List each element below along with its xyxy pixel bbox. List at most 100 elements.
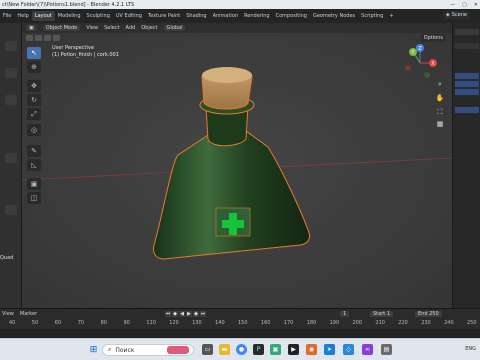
windows-start-icon[interactable]: ⊞ (88, 344, 99, 355)
tab-texture-paint[interactable]: Texture Paint (145, 11, 183, 21)
menu-view[interactable]: View (86, 25, 98, 31)
tab-layout[interactable]: Layout (31, 11, 55, 21)
play-reverse-icon[interactable]: ◀ (179, 311, 185, 317)
panel-button[interactable] (5, 205, 17, 215)
left-side-panel: Quad (0, 23, 22, 308)
blender-icon[interactable]: ◉ (306, 344, 317, 355)
perspective-toggle-icon[interactable]: ▦ (434, 120, 446, 130)
frame-tick-label: 120 (169, 320, 179, 326)
timeline-editor[interactable]: View Marker ⏮ ◆ ◀ ▶ ◆ ⏭ 1 Start 1 End 25… (0, 308, 480, 339)
tab-geometry-nodes[interactable]: Geometry Nodes (310, 11, 358, 21)
end-frame-field[interactable]: End 250 (415, 311, 442, 317)
language-indicator[interactable]: ENG (465, 346, 476, 352)
editor-type-icon[interactable]: ▣ (26, 25, 37, 31)
media-icon[interactable]: ▶ (288, 344, 299, 355)
chrome-icon[interactable]: ● (236, 344, 247, 355)
app-2-icon[interactable]: ▤ (381, 344, 392, 355)
outliner-row-selected[interactable] (455, 89, 479, 95)
menu-help[interactable]: Help (14, 13, 31, 19)
close-icon[interactable]: ✕ (474, 2, 478, 8)
outliner-row-selected[interactable] (455, 73, 479, 79)
select-box-icon[interactable] (26, 35, 33, 41)
measure-tool-icon[interactable]: ◺ (27, 159, 41, 171)
visual-studio-icon[interactable]: ∞ (362, 344, 373, 355)
tab-shading[interactable]: Shading (183, 11, 209, 21)
current-frame-field[interactable]: 1 (340, 311, 350, 317)
panel-button[interactable] (5, 153, 17, 163)
cursor-tool-icon[interactable]: ⊕ (27, 61, 41, 73)
frame-tick-label: 150 (238, 320, 248, 326)
add-object-tool-icon[interactable]: ◫ (27, 192, 41, 204)
select-tool-icon[interactable]: ↖ (27, 47, 41, 59)
vscode-icon[interactable]: ◇ (343, 344, 354, 355)
frame-tick-label: 180 (306, 320, 317, 326)
telegram-icon[interactable]: ➤ (324, 344, 335, 355)
tab-modeling[interactable]: Modeling (55, 11, 84, 21)
outliner-row-selected[interactable] (455, 81, 479, 87)
start-frame-field[interactable]: Start 1 (370, 311, 393, 317)
frame-tick-label: 230 (421, 320, 431, 326)
panel-button[interactable] (5, 95, 17, 105)
add-cube-tool-icon[interactable]: ▣ (27, 178, 41, 190)
select-invert-icon[interactable] (53, 35, 60, 41)
annotate-tool-icon[interactable]: ✎ (27, 145, 41, 157)
taskbar-search[interactable]: ⌕ Поиск (102, 344, 194, 356)
top-menubar: File Help Layout Modeling Sculpting UV E… (0, 9, 480, 23)
object-mode-dropdown[interactable]: Object Mode (42, 25, 81, 31)
outliner-row-selected[interactable] (455, 107, 479, 113)
search-icon: ⌕ (108, 346, 112, 353)
pycharm-icon[interactable]: P (253, 344, 264, 355)
file-explorer-icon[interactable]: ▬ (219, 344, 230, 355)
scale-tool-icon[interactable]: ⤢ (27, 108, 41, 120)
frame-tick-label: 210 (375, 320, 385, 326)
task-view-icon[interactable]: ▭ (202, 344, 213, 355)
play-icon[interactable]: ▶ (186, 311, 192, 317)
window-titlebar: ct\New Folder\(7)\Potions1.blend] - Blen… (0, 0, 480, 9)
collection-label: (1) Potion_finish | cork.001 (52, 52, 119, 58)
start-label: Start (373, 311, 386, 317)
search-placeholder: Поиск (115, 346, 135, 354)
frame-tick-label: 200 (352, 320, 363, 326)
panel-button[interactable] (5, 41, 17, 51)
select-subtract-icon[interactable] (44, 35, 51, 41)
transform-orientation-dropdown[interactable]: Global (163, 25, 186, 31)
jump-end-icon[interactable]: ⏭ (200, 311, 206, 317)
playback-controls: ⏮ ◆ ◀ ▶ ◆ ⏭ (165, 311, 206, 317)
minimize-icon[interactable]: — (450, 2, 455, 8)
zoom-icon[interactable]: ⌕ (434, 80, 446, 90)
tab-scripting[interactable]: Scripting (358, 11, 386, 21)
tab-uv-editing[interactable]: UV Editing (113, 11, 145, 21)
camera-view-icon[interactable]: ⛶ (434, 108, 446, 118)
rotate-tool-icon[interactable]: ↻ (27, 94, 41, 106)
tab-sculpting[interactable]: Sculpting (84, 11, 113, 21)
app-icon[interactable]: ▣ (270, 344, 281, 355)
select-extend-icon[interactable] (35, 35, 42, 41)
move-tool-icon[interactable]: ✥ (27, 80, 41, 92)
tab-rendering[interactable]: Rendering (241, 11, 273, 21)
outliner-header[interactable] (455, 29, 479, 35)
3d-viewport[interactable]: X Y Z ▣ Object Mode View Select Add Obje… (22, 23, 452, 308)
panel-button[interactable] (5, 68, 17, 78)
pan-hand-icon[interactable]: ✋ (434, 94, 446, 104)
perspective-label: User Perspective (52, 45, 94, 51)
timeline-menu-view[interactable]: View (2, 311, 14, 317)
menu-select[interactable]: Select (104, 25, 119, 31)
options-dropdown[interactable]: Options (420, 34, 446, 42)
add-workspace-button[interactable]: + (386, 13, 396, 19)
transform-tool-icon[interactable]: ◎ (27, 124, 41, 136)
gizmo-z-label: Z (418, 46, 422, 52)
outliner-row[interactable] (455, 43, 479, 49)
prev-keyframe-icon[interactable]: ◆ (172, 311, 178, 317)
maximize-icon[interactable]: ▢ (462, 2, 467, 8)
window-controls: — ▢ ✕ (450, 0, 478, 9)
frame-tick-label: 130 (192, 320, 202, 326)
menu-object[interactable]: Object (141, 25, 157, 31)
jump-start-icon[interactable]: ⏮ (165, 311, 171, 317)
next-keyframe-icon[interactable]: ◆ (193, 311, 199, 317)
tab-compositing[interactable]: Compositing (273, 11, 310, 21)
timeline-menu-marker[interactable]: Marker (20, 311, 37, 317)
menu-add[interactable]: Add (126, 25, 136, 31)
tab-animation[interactable]: Animation (210, 11, 242, 21)
scene-selector[interactable]: ◈ Scene (442, 11, 470, 19)
menu-file[interactable]: File (0, 13, 14, 19)
